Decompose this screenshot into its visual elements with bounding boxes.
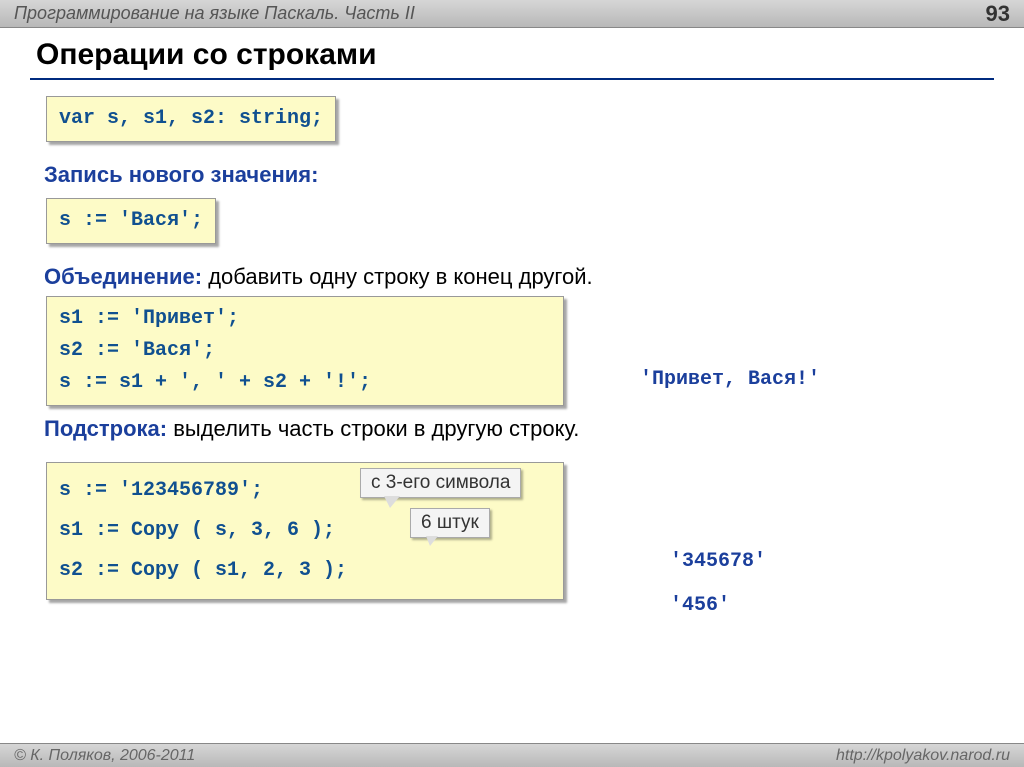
callout-from-3rd: с 3-его символа	[360, 468, 521, 498]
slide-header: Программирование на языке Паскаль. Часть…	[0, 0, 1024, 28]
footer-url: http://kpolyakov.narod.ru	[836, 747, 1010, 765]
section-bold: Объединение:	[44, 264, 202, 289]
slide-content: Операции со строками var s, s1, s2: stri…	[0, 28, 1024, 600]
code-line: var s, s1, s2: string;	[59, 107, 323, 130]
code-line: s2 := Copy ( s1, 2, 3 );	[59, 551, 551, 591]
code-line: s := s1 + ', ' + s2 + '!';	[59, 367, 551, 399]
section-label-concat: Объединение: добавить одну строку в коне…	[44, 264, 994, 290]
section-desc: выделить часть строки в другую строку.	[167, 416, 579, 441]
section-label-substring: Подстрока: выделить часть строки в другу…	[44, 416, 994, 442]
section-label-assign: Запись нового значения:	[44, 162, 994, 188]
code-concat: s1 := 'Привет'; s2 := 'Вася'; s := s1 + …	[46, 296, 564, 406]
callout-tail-icon	[384, 496, 400, 508]
slide-footer: © К. Поляков, 2006-2011 http://kpolyakov…	[0, 743, 1024, 767]
section-desc: добавить одну строку в конец другой.	[202, 264, 593, 289]
code-line: s := 'Вася';	[59, 209, 203, 232]
footer-copyright: © К. Поляков, 2006-2011	[14, 747, 195, 765]
code-assign: s := 'Вася';	[46, 198, 216, 244]
code-line: s1 := 'Привет';	[59, 303, 551, 335]
result-copy1: '345678'	[670, 550, 766, 573]
callout-6-items: 6 штук	[410, 508, 490, 538]
result-concat: 'Привет, Вася!'	[640, 368, 820, 391]
slide-title: Операции со строками	[30, 34, 994, 80]
header-title: Программирование на языке Паскаль. Часть…	[14, 3, 415, 24]
callout-tail-icon	[426, 536, 438, 546]
section-bold: Подстрока:	[44, 416, 167, 441]
page-number: 93	[986, 1, 1010, 27]
result-copy2: '456'	[670, 594, 730, 617]
code-var-decl: var s, s1, s2: string;	[46, 96, 336, 142]
code-line: s2 := 'Вася';	[59, 335, 551, 367]
